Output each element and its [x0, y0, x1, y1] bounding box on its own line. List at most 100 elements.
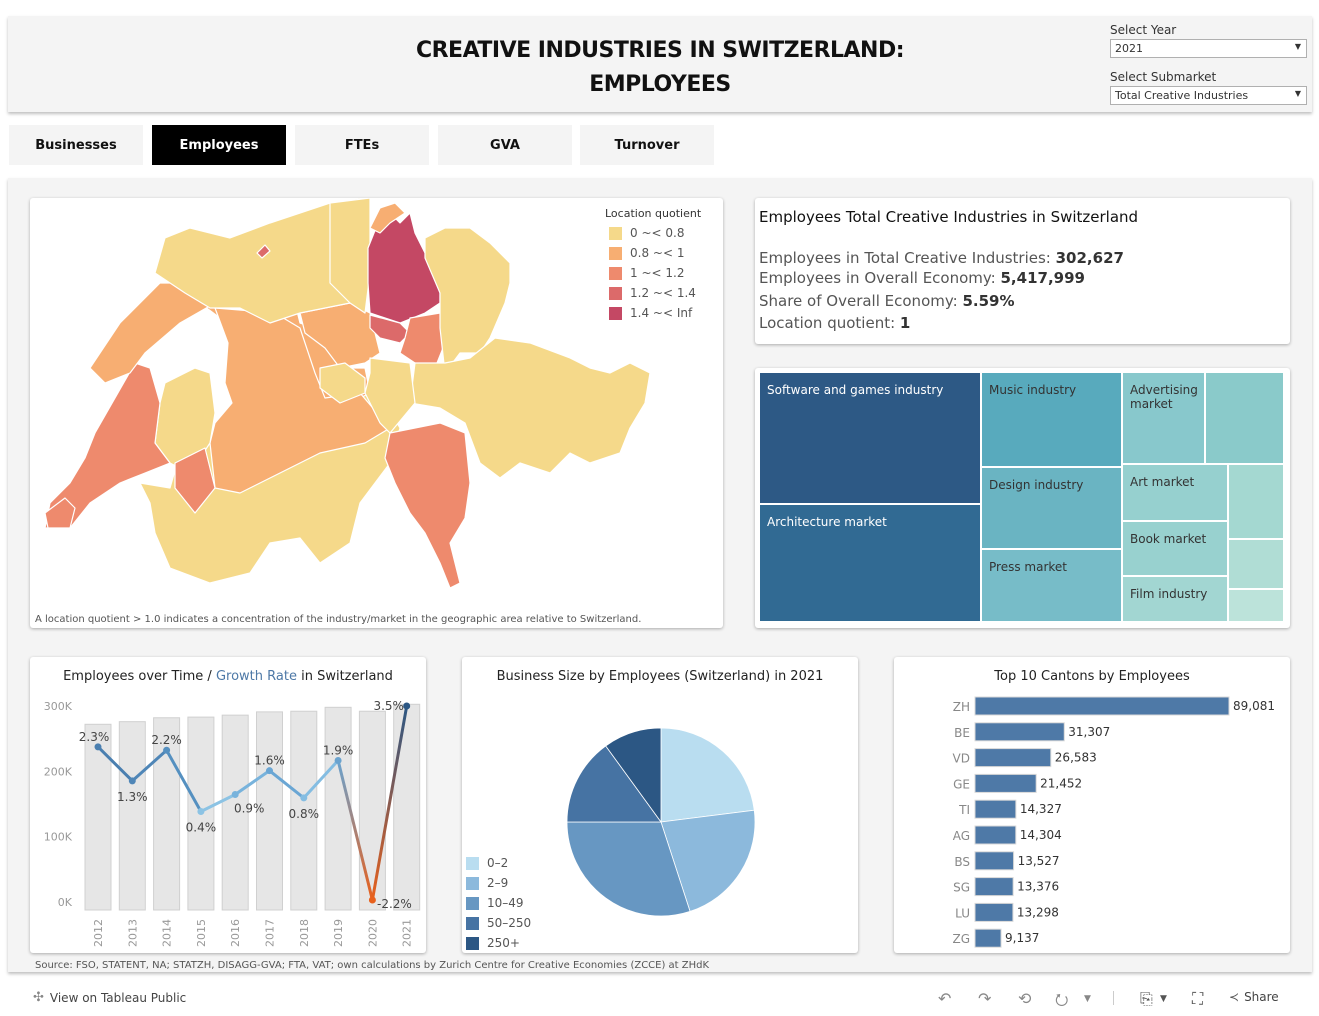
- canton-value-label: 14,304: [1020, 828, 1062, 842]
- tab-employees[interactable]: Employees: [152, 125, 286, 165]
- canton-bar[interactable]: [974, 902, 1014, 922]
- tab-gva[interactable]: GVA: [438, 125, 572, 165]
- kpi-employees-overall: Employees in Overall Economy: 5,417,999: [759, 269, 1085, 287]
- fullscreen-icon[interactable]: ⛶: [1192, 989, 1203, 1009]
- refresh-icon[interactable]: ⭮: [1055, 989, 1068, 1016]
- treemap-tile[interactable]: Design industry: [981, 467, 1122, 549]
- growth-label: 1.6%: [254, 754, 285, 768]
- view-on-tableau-link[interactable]: ✣ View on Tableau Public: [33, 990, 186, 1005]
- dropdown-arrow-icon: ▼: [1294, 89, 1301, 98]
- map-legend-title: Location quotient: [605, 207, 702, 220]
- map-legend-item[interactable]: 1.2 ~< 1.4: [609, 283, 701, 303]
- redo-icon[interactable]: ↷: [978, 989, 991, 1008]
- employees-bar[interactable]: [324, 706, 352, 911]
- treemap-tile[interactable]: Press market: [981, 549, 1122, 622]
- x-tick-label: 2012: [92, 919, 105, 947]
- kpi-card: Employees Total Creative Industries in S…: [755, 198, 1290, 344]
- treemap-tile[interactable]: Advertising market: [1122, 372, 1205, 464]
- treemap-tile[interactable]: Software and games industry: [759, 372, 981, 504]
- pie-legend: 0–2 2–9 10–49 50–250 250+: [466, 853, 531, 953]
- canton-value-label: 13,527: [1018, 854, 1060, 868]
- undo-icon[interactable]: ↶: [938, 989, 951, 1008]
- pie-legend-item[interactable]: 2–9: [466, 873, 531, 893]
- top-cantons-chart[interactable]: ZH 89,081 BE 31,307 VD 26,583 GE 21,452 TI 14,327…: [894, 657, 1290, 953]
- legend-swatch: [466, 936, 479, 950]
- growth-point[interactable]: [334, 756, 342, 764]
- canton-label: SG: [953, 881, 970, 895]
- refresh-dropdown-icon[interactable]: ▼: [1084, 994, 1091, 1004]
- employees-bar[interactable]: [84, 723, 112, 911]
- treemap: Software and games industry Architecture …: [759, 372, 1285, 622]
- submarket-select[interactable]: Total Creative Industries ▼: [1110, 86, 1307, 105]
- employees-bar[interactable]: [393, 703, 421, 911]
- pie-slice[interactable]: [660, 727, 755, 823]
- growth-point[interactable]: [197, 808, 205, 816]
- download-dropdown-icon[interactable]: ▼: [1160, 994, 1167, 1004]
- employees-bar[interactable]: [358, 710, 386, 911]
- toolbar-divider: [1113, 991, 1114, 1005]
- download-icon[interactable]: ⎘: [1140, 989, 1153, 1009]
- treemap-tile[interactable]: [1205, 372, 1284, 464]
- canton-bar[interactable]: [974, 696, 1230, 716]
- revert-icon[interactable]: ⟲: [1018, 989, 1031, 1008]
- canton-bar[interactable]: [974, 799, 1017, 819]
- canton-bar[interactable]: [974, 722, 1065, 742]
- canton-bar[interactable]: [974, 851, 1015, 871]
- growth-point[interactable]: [128, 777, 136, 785]
- pie-legend-item[interactable]: 250+: [466, 933, 531, 953]
- growth-point[interactable]: [368, 896, 376, 904]
- x-tick-label: 2015: [195, 919, 208, 947]
- y-tick-label: 100K: [44, 831, 73, 844]
- map-legend-item[interactable]: 0.8 ~< 1: [609, 243, 701, 263]
- tab-businesses[interactable]: Businesses: [9, 125, 143, 165]
- growth-point[interactable]: [231, 790, 239, 798]
- growth-point[interactable]: [300, 794, 308, 802]
- legend-swatch: [609, 266, 622, 280]
- growth-label: 1.9%: [323, 743, 354, 757]
- year-filter: Select Year 2021 ▼: [1110, 23, 1310, 58]
- top-cantons-card: Top 10 Cantons by Employees ZH 89,081 BE 31…: [894, 657, 1290, 953]
- map-legend-item[interactable]: 1.4 ~< Inf: [609, 303, 701, 323]
- treemap-tile[interactable]: [1228, 539, 1284, 589]
- dropdown-arrow-icon: ▼: [1294, 42, 1301, 51]
- tab-turnover[interactable]: Turnover: [580, 125, 714, 165]
- growth-point[interactable]: [403, 702, 411, 710]
- canton-label: TI: [958, 803, 970, 817]
- treemap-tile[interactable]: [1228, 589, 1284, 622]
- pie-legend-item[interactable]: 50–250: [466, 913, 531, 933]
- employees-chart[interactable]: 0K 100K 200K 300K 2012 2013 2014 2015 2016 2017 20…: [30, 657, 426, 953]
- pie-legend-item[interactable]: 10–49: [466, 893, 531, 913]
- treemap-tile[interactable]: [1228, 464, 1284, 539]
- tab-ftes[interactable]: FTEs: [295, 125, 429, 165]
- growth-point[interactable]: [94, 743, 102, 751]
- map-note: A location quotient > 1.0 indicates a co…: [35, 614, 642, 625]
- legend-swatch: [609, 226, 622, 240]
- canton-bar[interactable]: [974, 825, 1017, 845]
- treemap-tile[interactable]: Film industry: [1122, 576, 1228, 622]
- growth-label: 3.5%: [373, 699, 404, 713]
- kpi-employees-creative: Employees in Total Creative Industries: …: [759, 249, 1124, 267]
- share-button[interactable]: ≺ Share: [1229, 990, 1279, 1004]
- canton-label: LU: [955, 906, 970, 920]
- kpi-share: Share of Overall Economy: 5.59%: [759, 292, 1015, 310]
- canton-value-label: 89,081: [1233, 699, 1275, 713]
- canton-label: ZG: [952, 932, 970, 946]
- treemap-tile[interactable]: Book market: [1122, 521, 1228, 576]
- y-tick-label: 200K: [44, 765, 73, 778]
- treemap-tile[interactable]: Art market: [1122, 464, 1228, 521]
- growth-point[interactable]: [163, 746, 171, 754]
- pie-legend-item[interactable]: 0–2: [466, 853, 531, 873]
- canton-bar[interactable]: [974, 928, 1002, 948]
- map-legend-item[interactable]: 1 ~< 1.2: [609, 263, 701, 283]
- map-legend-item[interactable]: 0 ~< 0.8: [609, 223, 701, 243]
- treemap-tile[interactable]: Music industry: [981, 372, 1122, 467]
- growth-point[interactable]: [266, 767, 273, 775]
- canton-bar[interactable]: [974, 748, 1052, 768]
- treemap-tile[interactable]: Architecture market: [759, 504, 981, 622]
- year-select[interactable]: 2021 ▼: [1110, 39, 1307, 58]
- canton-label: BE: [954, 726, 970, 740]
- employees-bar[interactable]: [118, 721, 146, 911]
- canton-bar[interactable]: [974, 773, 1037, 793]
- canton-value-label: 13,298: [1017, 905, 1059, 919]
- canton-bar[interactable]: [974, 877, 1014, 897]
